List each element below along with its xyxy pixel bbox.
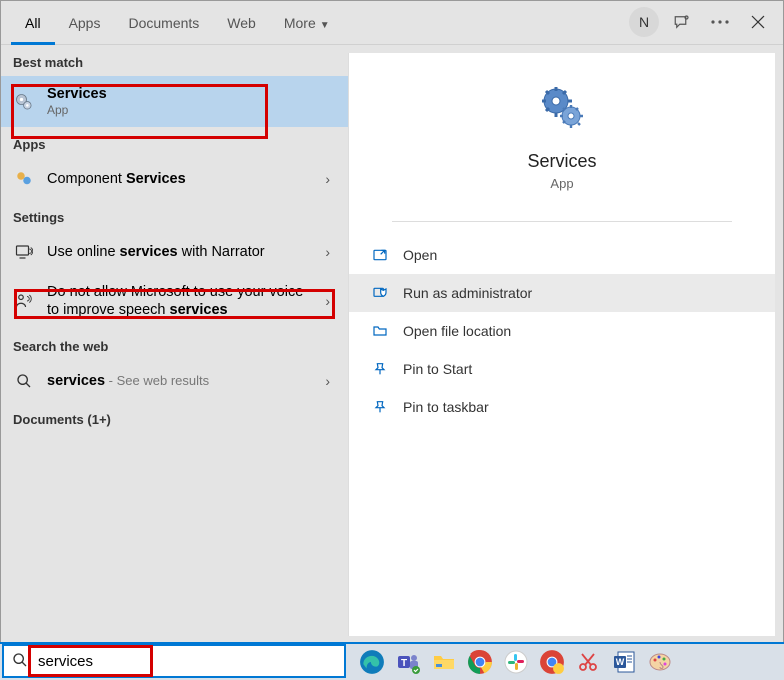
chrome-canary-icon[interactable] <box>536 646 568 678</box>
taskbar-search[interactable] <box>2 644 346 678</box>
action-open-file-location[interactable]: Open file location <box>349 312 775 350</box>
teams-icon[interactable]: T <box>392 646 424 678</box>
word-icon[interactable]: W <box>608 646 640 678</box>
file-explorer-icon[interactable] <box>428 646 460 678</box>
section-best-match: Best match <box>1 45 348 76</box>
search-icon <box>13 370 35 392</box>
folder-icon <box>371 322 389 340</box>
section-search-web: Search the web <box>1 329 348 360</box>
windows-search-panel: All Apps Documents Web More▼ N Best matc… <box>0 0 784 645</box>
chevron-right-icon: › <box>319 293 336 309</box>
feedback-icon[interactable] <box>667 7 697 37</box>
results-list: Best match Services App Apps Component S… <box>1 45 348 644</box>
search-icon <box>12 652 30 670</box>
chevron-right-icon: › <box>319 244 336 260</box>
result-web-services[interactable]: services - See web results › <box>1 360 348 402</box>
action-pin-to-taskbar[interactable]: Pin to taskbar <box>349 388 775 426</box>
pin-icon <box>371 360 389 378</box>
result-best-match[interactable]: Services App <box>1 76 348 127</box>
result-narrator-services[interactable]: Use online services with Narrator › <box>1 231 348 273</box>
open-icon <box>371 246 389 264</box>
snip-icon[interactable] <box>572 646 604 678</box>
tab-more[interactable]: More▼ <box>270 1 344 45</box>
slack-icon[interactable] <box>500 646 532 678</box>
monitor-icon <box>13 241 35 263</box>
preview-pane: Services App Open Run as administrator <box>348 53 775 636</box>
header-actions: N <box>629 7 773 37</box>
chrome-icon[interactable] <box>464 646 496 678</box>
result-speech-services[interactable]: Do not allow Microsoft to use your voice… <box>1 273 348 329</box>
action-open[interactable]: Open <box>349 236 775 274</box>
shield-icon <box>371 284 389 302</box>
action-pin-to-start[interactable]: Pin to Start <box>349 350 775 388</box>
paint-icon[interactable] <box>644 646 676 678</box>
pin-icon <box>371 398 389 416</box>
person-speech-icon <box>13 290 35 312</box>
section-documents: Documents (1+) <box>1 402 348 433</box>
services-large-icon <box>538 83 586 131</box>
chevron-right-icon: › <box>319 171 336 187</box>
edge-icon[interactable] <box>356 646 388 678</box>
user-avatar[interactable]: N <box>629 7 659 37</box>
more-options-icon[interactable] <box>705 7 735 37</box>
tab-web[interactable]: Web <box>213 1 270 45</box>
close-icon[interactable] <box>743 7 773 37</box>
section-apps: Apps <box>1 127 348 158</box>
services-icon <box>13 91 35 113</box>
tab-documents[interactable]: Documents <box>114 1 213 45</box>
taskbar-apps: T W <box>348 646 676 678</box>
search-input[interactable] <box>38 653 344 670</box>
section-settings: Settings <box>1 200 348 231</box>
svg-text:T: T <box>401 658 407 669</box>
taskbar: T W <box>0 642 784 680</box>
svg-text:W: W <box>616 657 625 667</box>
component-services-icon <box>13 168 35 190</box>
tab-apps[interactable]: Apps <box>55 1 115 45</box>
chevron-right-icon: › <box>319 373 336 389</box>
action-run-as-administrator[interactable]: Run as administrator <box>349 274 775 312</box>
preview-subtitle: App <box>550 176 573 191</box>
result-component-services[interactable]: Component Services › <box>1 158 348 200</box>
preview-title: Services <box>527 151 596 172</box>
chevron-down-icon: ▼ <box>320 20 330 31</box>
tab-all[interactable]: All <box>11 1 55 45</box>
